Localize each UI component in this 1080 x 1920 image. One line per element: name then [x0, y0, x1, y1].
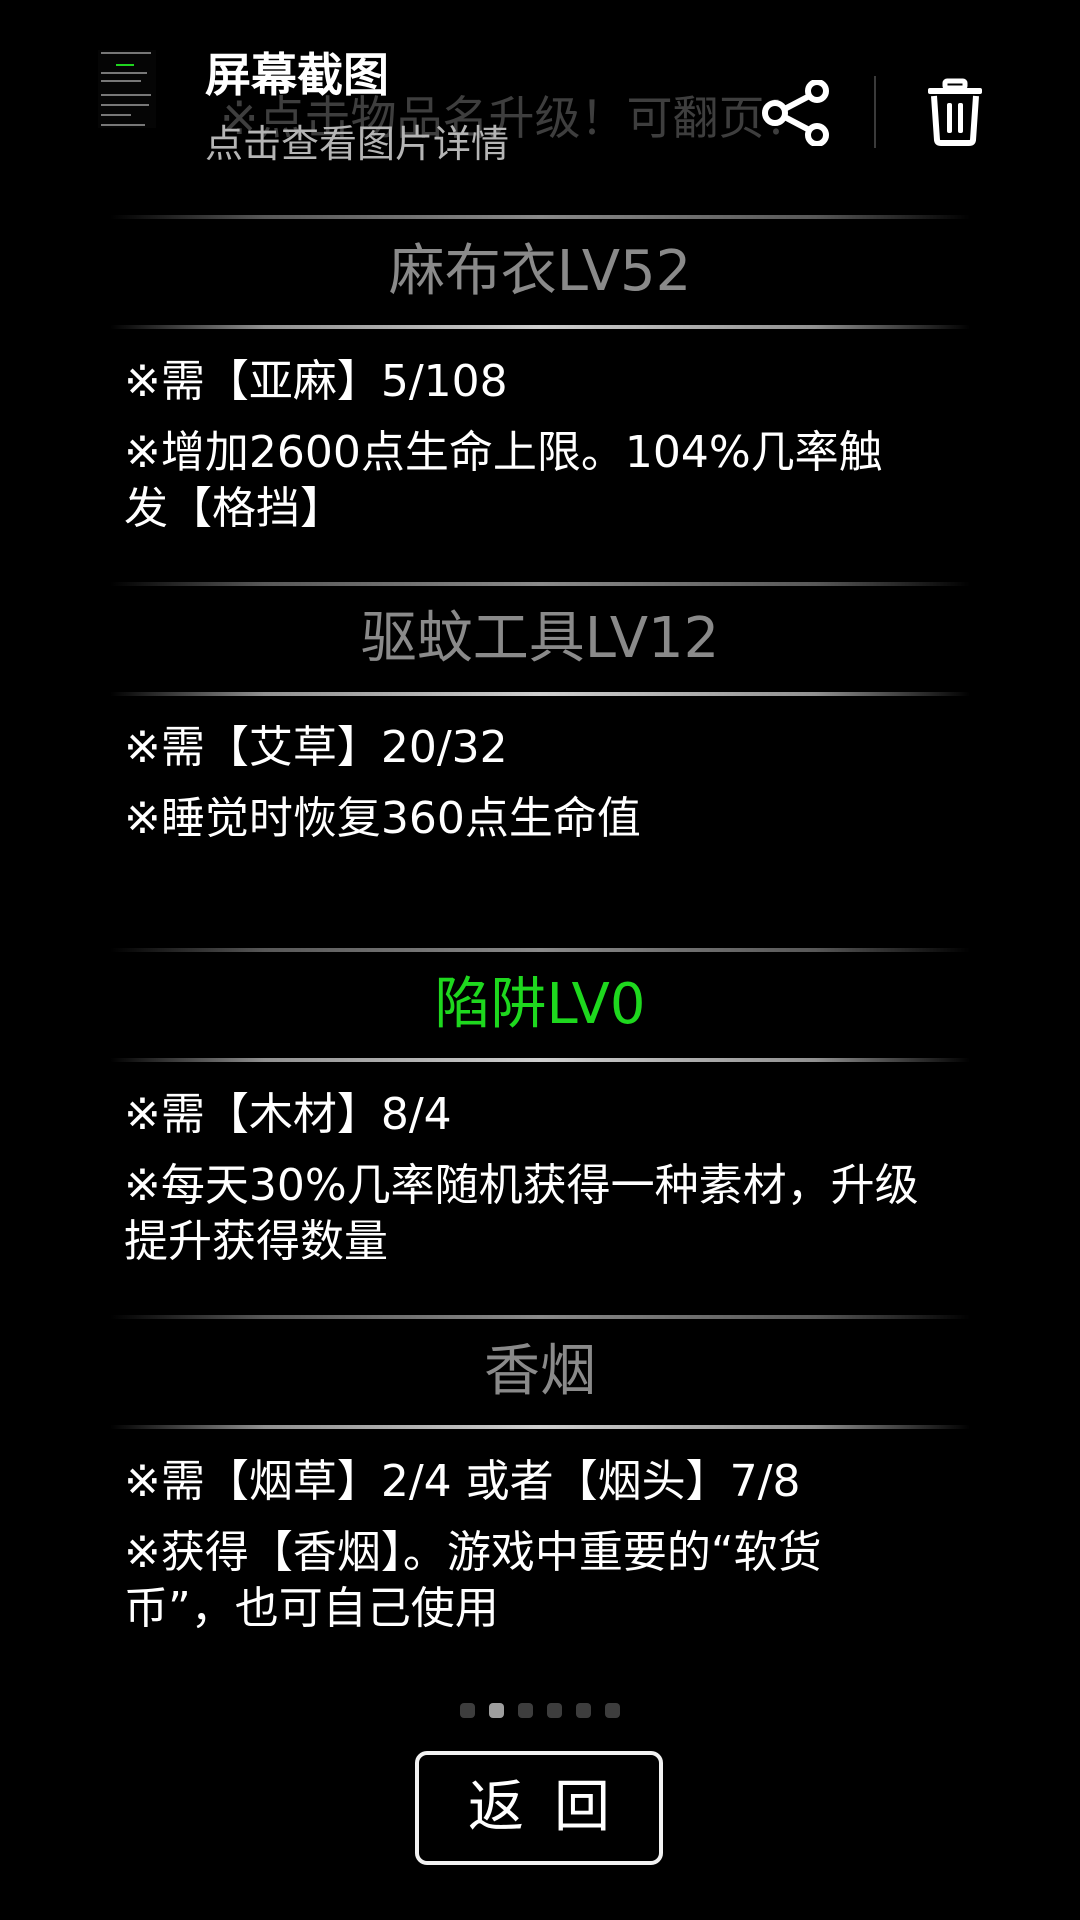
item-description: ※需【艾草】20/32 ※睡觉时恢复360点生命值 [124, 720, 924, 862]
page-dot[interactable] [460, 1703, 475, 1718]
page-dot[interactable] [547, 1703, 562, 1718]
notification-subtitle: 点击查看图片详情 [205, 122, 510, 166]
item-effect: ※每天30%几率随机获得一种素材，升级提升获得数量 [124, 1160, 919, 1267]
item-requirement: ※需【亚麻】5/108 [124, 356, 508, 407]
page-dot[interactable] [605, 1703, 620, 1718]
item-title-trap[interactable]: 陷阱LV0 [0, 967, 1080, 1043]
item-separator-bottom [110, 692, 970, 696]
item-title-cigarette[interactable]: 香烟 [0, 1334, 1080, 1410]
item-requirement: ※需【木材】8/4 [124, 1089, 452, 1140]
delete-button[interactable] [924, 78, 986, 146]
item-separator-top [110, 948, 970, 952]
screenshot-notification[interactable]: 屏幕截图 点击查看图片详情 [0, 0, 1080, 175]
item-separator-bottom [110, 1058, 970, 1062]
page-dot[interactable] [518, 1703, 533, 1718]
item-effect: ※睡觉时恢复360点生命值 [124, 793, 641, 844]
item-separator-top [110, 1315, 970, 1319]
screenshot-thumbnail[interactable] [98, 50, 156, 128]
item-separator-top [110, 582, 970, 586]
item-title-mosquito-tool[interactable]: 驱蚊工具LV12 [0, 601, 1080, 677]
item-requirement: ※需【烟草】2/4 或者【烟头】7/8 [124, 1456, 801, 1507]
item-description: ※需【木材】8/4 ※每天30%几率随机获得一种素材，升级提升获得数量 [124, 1087, 924, 1285]
item-requirement: ※需【艾草】20/32 [124, 722, 508, 773]
back-button[interactable]: 返回 [415, 1751, 663, 1865]
item-separator-bottom [110, 1425, 970, 1429]
item-description: ※需【亚麻】5/108 ※增加2600点生命上限。104%几率触发【格挡】 [124, 354, 924, 552]
page-indicator[interactable] [0, 1703, 1080, 1719]
item-separator-top [110, 215, 970, 219]
item-effect: ※获得【香烟】。游戏中重要的“软货币”，也可自己使用 [124, 1527, 822, 1634]
trash-icon [928, 78, 982, 146]
notification-divider [874, 76, 876, 148]
notification-title: 屏幕截图 [205, 48, 389, 102]
share-icon [762, 79, 829, 147]
item-effect: ※增加2600点生命上限。104%几率触发【格挡】 [124, 427, 883, 534]
item-description: ※需【烟草】2/4 或者【烟头】7/8 ※获得【香烟】。游戏中重要的“软货币”，… [124, 1454, 924, 1652]
page-dot[interactable] [576, 1703, 591, 1718]
share-button[interactable] [760, 79, 832, 147]
item-separator-bottom [110, 325, 970, 329]
item-title-linen-clothes[interactable]: 麻布衣LV52 [0, 234, 1080, 310]
page-dot[interactable] [489, 1703, 504, 1718]
